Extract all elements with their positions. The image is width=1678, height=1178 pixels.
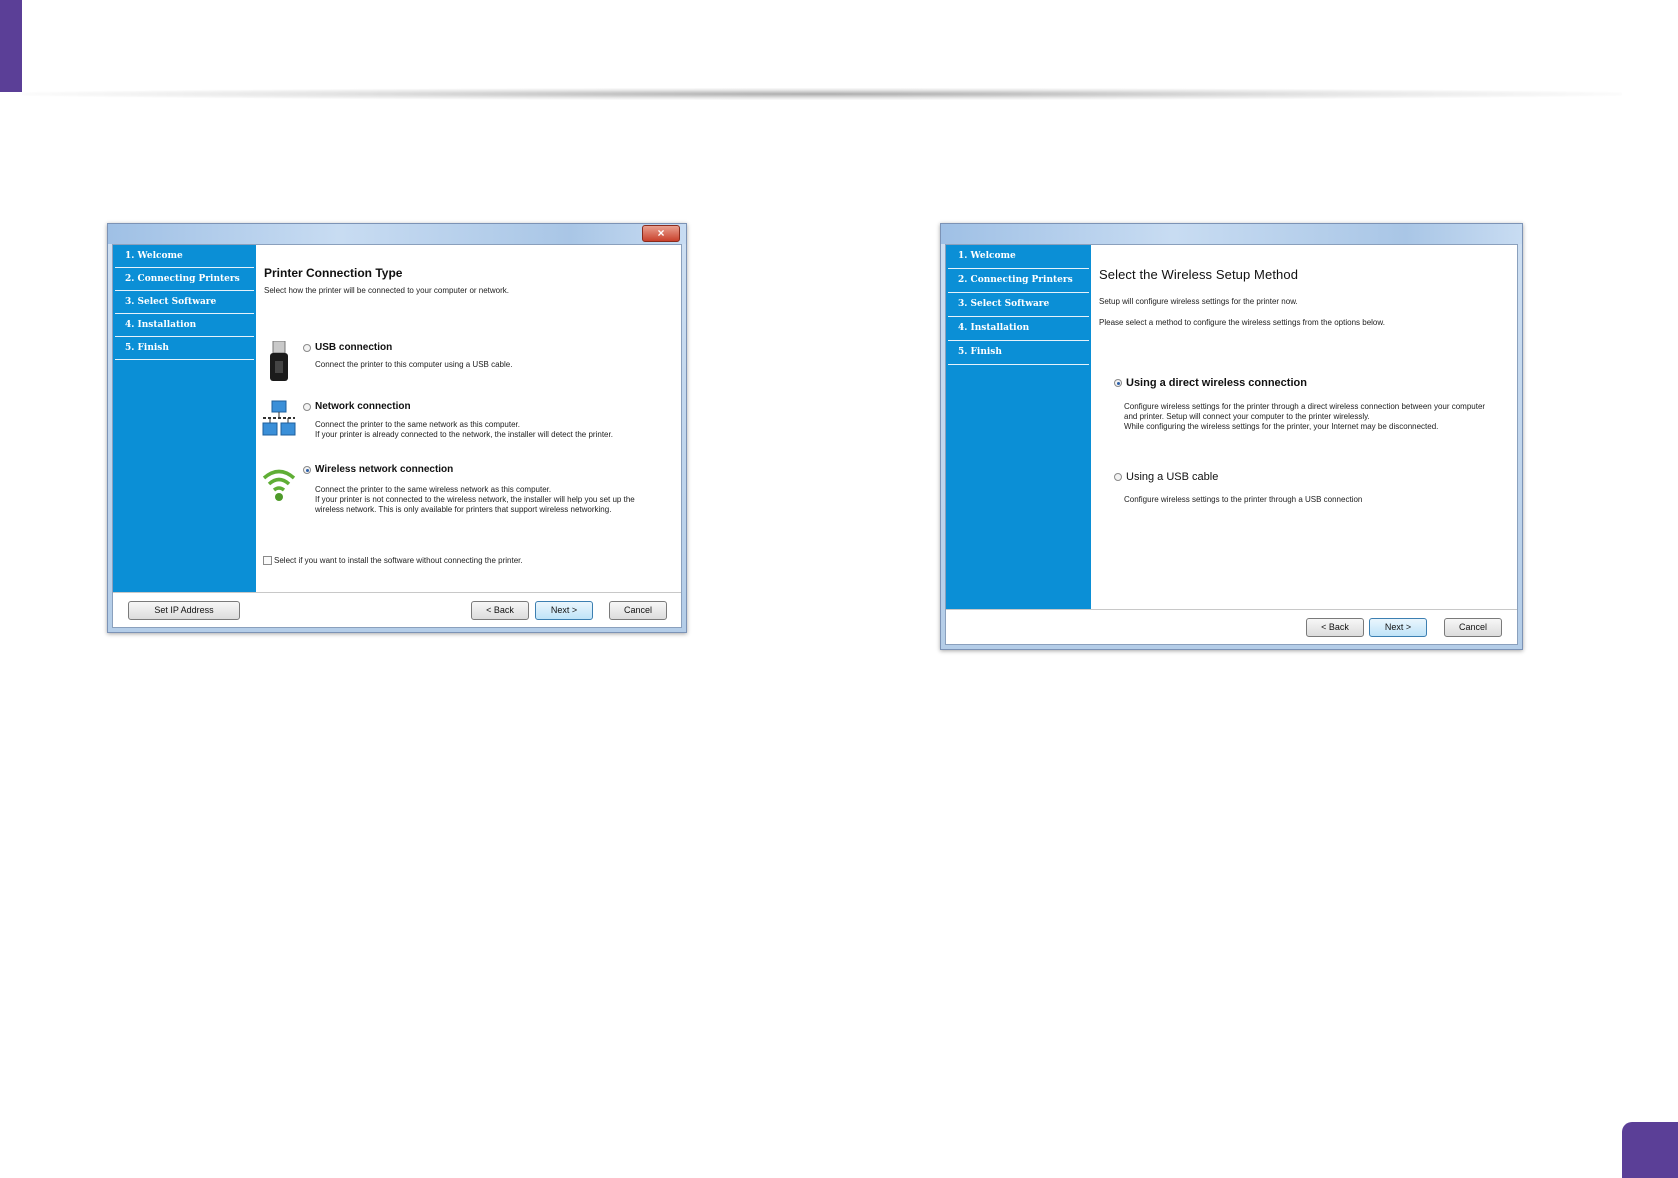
usb-connection-desc: Connect the printer to this computer usi… xyxy=(315,360,513,369)
next-button[interactable]: Next > xyxy=(1369,618,1427,637)
content-panel: Select the Wireless Setup Method Setup w… xyxy=(1091,245,1517,610)
left-installer-window: × 1. Welcome 2. Connecting Printers 3. S… xyxy=(107,223,687,633)
direct-wireless-label[interactable]: Using a direct wireless connection xyxy=(1126,377,1307,389)
title-bar xyxy=(941,224,1522,244)
button-bar: Set IP Address < Back Next > Cancel xyxy=(113,592,681,627)
page-number-tab xyxy=(1622,1122,1678,1178)
wireless-connection-desc-3: wireless network. This is only available… xyxy=(315,505,612,514)
set-ip-address-button[interactable]: Set IP Address xyxy=(128,601,240,620)
wireless-connection-radio[interactable] xyxy=(303,466,311,474)
direct-wireless-desc-1: Configure wireless settings for the prin… xyxy=(1124,402,1486,411)
close-button[interactable]: × xyxy=(642,225,680,242)
back-button[interactable]: < Back xyxy=(471,601,529,620)
sidebar-item-connecting-printers: 2. Connecting Printers xyxy=(948,269,1089,293)
page-subtitle: Select how the printer will be connected… xyxy=(264,286,510,295)
setup-instruction-text: Please select a method to configure the … xyxy=(1099,318,1385,327)
cancel-button[interactable]: Cancel xyxy=(609,601,667,620)
sidebar-item-welcome: 1. Welcome xyxy=(115,245,254,268)
button-bar: < Back Next > Cancel xyxy=(946,609,1517,644)
sidebar-item-installation: 4. Installation xyxy=(115,314,254,337)
sidebar-item-installation: 4. Installation xyxy=(948,317,1089,341)
network-icon xyxy=(262,400,296,436)
usb-connection-radio[interactable] xyxy=(303,344,311,352)
page-title: Select the Wireless Setup Method xyxy=(1099,267,1299,282)
usb-cable-radio[interactable] xyxy=(1114,473,1122,481)
direct-wireless-desc-3: While configuring the wireless settings … xyxy=(1124,422,1439,431)
usb-cable-desc: Configure wireless settings to the print… xyxy=(1124,495,1363,504)
sidebar-item-connecting-printers: 2. Connecting Printers xyxy=(115,268,254,291)
network-connection-radio[interactable] xyxy=(303,403,311,411)
dialog-body: 1. Welcome 2. Connecting Printers 3. Sel… xyxy=(945,244,1518,645)
direct-wireless-radio[interactable] xyxy=(1114,379,1122,387)
page-title: Printer Connection Type xyxy=(264,266,403,280)
install-without-printer-checkbox[interactable] xyxy=(263,556,272,565)
usb-icon xyxy=(270,341,288,381)
corner-tab xyxy=(0,0,22,92)
wireless-connection-desc-1: Connect the printer to the same wireless… xyxy=(315,485,552,494)
wireless-connection-desc-2: If your printer is not connected to the … xyxy=(315,495,635,504)
next-button[interactable]: Next > xyxy=(535,601,593,620)
direct-wireless-desc-2: and printer. Setup will connect your com… xyxy=(1124,412,1370,421)
content-panel: Printer Connection Type Select how the p… xyxy=(256,245,681,593)
sidebar-item-welcome: 1. Welcome xyxy=(948,245,1089,269)
sidebar-item-select-software: 3. Select Software xyxy=(948,293,1089,317)
sidebar-item-finish: 5. Finish xyxy=(948,341,1089,365)
usb-connection-label[interactable]: USB connection xyxy=(315,342,392,353)
network-connection-desc-1: Connect the printer to the same network … xyxy=(315,420,520,429)
header-rule xyxy=(22,88,1622,100)
title-bar: × xyxy=(108,224,686,244)
dialog-body: 1. Welcome 2. Connecting Printers 3. Sel… xyxy=(112,244,682,628)
sidebar-item-finish: 5. Finish xyxy=(115,337,254,360)
cancel-button[interactable]: Cancel xyxy=(1444,618,1502,637)
setup-intro-text: Setup will configure wireless settings f… xyxy=(1099,297,1298,306)
right-installer-window: 1. Welcome 2. Connecting Printers 3. Sel… xyxy=(940,223,1523,650)
install-without-printer-label[interactable]: Select if you want to install the softwa… xyxy=(274,556,523,566)
sidebar-item-select-software: 3. Select Software xyxy=(115,291,254,314)
steps-sidebar: 1. Welcome 2. Connecting Printers 3. Sel… xyxy=(946,245,1091,610)
network-connection-label[interactable]: Network connection xyxy=(315,401,411,412)
back-button[interactable]: < Back xyxy=(1306,618,1364,637)
network-connection-desc-2: If your printer is already connected to … xyxy=(315,430,613,439)
steps-sidebar: 1. Welcome 2. Connecting Printers 3. Sel… xyxy=(113,245,256,593)
wifi-icon xyxy=(262,469,296,501)
wireless-connection-label[interactable]: Wireless network connection xyxy=(315,464,453,475)
usb-cable-label[interactable]: Using a USB cable xyxy=(1126,471,1218,483)
